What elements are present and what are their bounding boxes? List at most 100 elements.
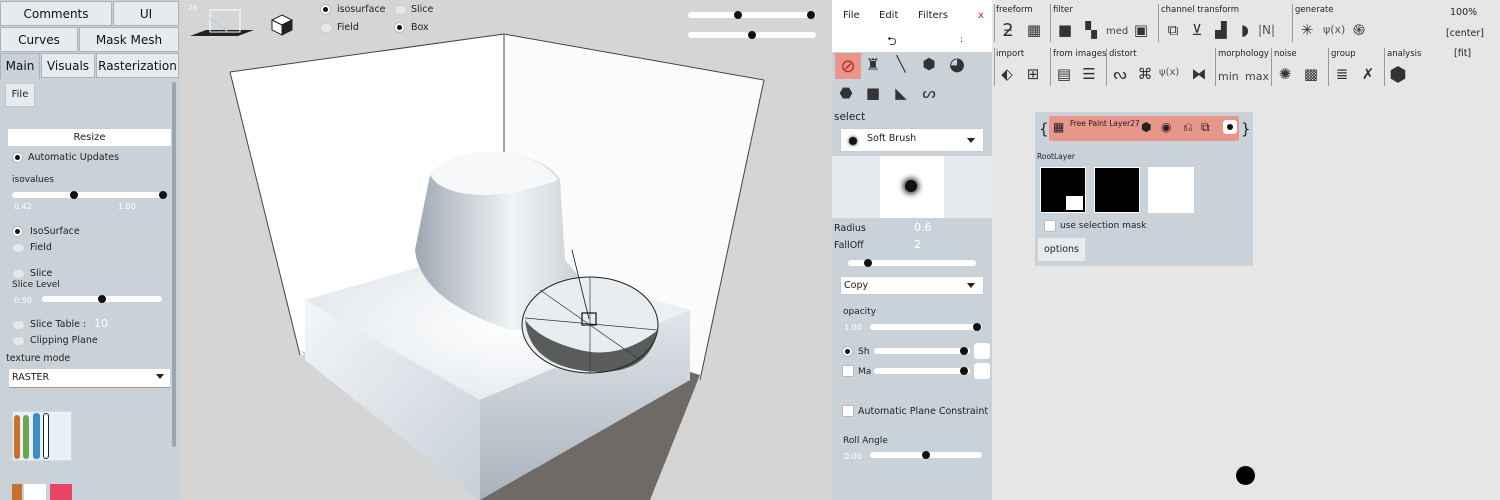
histogram-icon[interactable]: ▟ <box>1210 19 1232 41</box>
generate-sparkle-icon[interactable]: ✳ <box>1296 19 1318 41</box>
automatic-updates-radio[interactable] <box>12 152 23 163</box>
close-icon[interactable]: x <box>978 10 984 21</box>
distort-fx-icon[interactable]: ψ(x) <box>1159 67 1179 78</box>
filter-square-icon[interactable]: ■ <box>1054 19 1076 41</box>
filter-blur-icon[interactable]: ▚ <box>1080 19 1102 41</box>
opacity-slider[interactable] <box>870 324 982 330</box>
center-button[interactable]: [center] <box>1446 28 1484 39</box>
slice-table-toggle[interactable] <box>12 320 25 330</box>
ma-color-swatch[interactable] <box>974 363 990 379</box>
view-slider-1-handle[interactable] <box>734 11 742 19</box>
field-toggle[interactable] <box>12 243 25 253</box>
texture-mode-select[interactable]: RASTER <box>9 369 170 388</box>
layer-thumb-1[interactable] <box>1040 167 1086 213</box>
twirl-icon[interactable]: ᔓ <box>1109 63 1131 85</box>
ma-handle[interactable] <box>960 367 968 375</box>
ma-slider[interactable] <box>874 368 970 374</box>
slice-level-handle[interactable] <box>98 295 106 303</box>
view-slider-1-end-handle[interactable] <box>807 11 815 19</box>
sh-color-swatch[interactable] <box>974 343 990 359</box>
box-mode-icon[interactable] <box>271 14 293 36</box>
roll-angle-handle[interactable] <box>922 451 930 459</box>
frame-icon[interactable]: ▣ <box>1130 19 1152 41</box>
menu-filters[interactable]: Filters <box>918 10 948 21</box>
opacity-handle[interactable] <box>973 323 981 331</box>
tab-curves[interactable]: Curves <box>0 27 78 52</box>
max-label[interactable]: max <box>1245 70 1269 83</box>
noise-sparkle-icon[interactable]: ✺ <box>1274 63 1296 85</box>
redo-icon[interactable]: : <box>960 35 963 45</box>
column-icon[interactable]: ⬣ <box>835 82 857 104</box>
invert-icon[interactable]: ◗ <box>1234 19 1256 41</box>
gradient-preview[interactable] <box>12 482 72 500</box>
tab-file[interactable]: File <box>5 83 35 107</box>
line-icon[interactable]: ╲ <box>890 53 912 75</box>
tab-visuals[interactable]: Visuals <box>41 53 95 78</box>
layer-thumb-3[interactable] <box>1148 167 1194 213</box>
texture-preview[interactable] <box>12 411 72 461</box>
isovalues-min-handle[interactable] <box>70 191 78 199</box>
slice-view-toggle[interactable] <box>394 5 407 15</box>
freeform-curve-icon[interactable]: ƻ <box>997 19 1019 41</box>
menu-edit[interactable]: Edit <box>879 10 898 21</box>
falloff-handle[interactable] <box>864 259 872 267</box>
import-grid-icon[interactable]: ⊞ <box>1022 63 1044 85</box>
auto-plane-checkbox[interactable] <box>842 405 854 417</box>
group-brush-icon[interactable]: ✗ <box>1357 63 1379 85</box>
workspace[interactable]: freeform filter channel transform genera… <box>992 0 1500 500</box>
stamp-icon[interactable]: ♜ <box>862 53 884 75</box>
box-view-radio[interactable] <box>394 22 405 33</box>
normalize-label[interactable]: |N| <box>1258 23 1275 37</box>
fit-button[interactable]: [fit] <box>1454 48 1471 59</box>
swirl-icon[interactable]: ᔕ <box>918 82 940 104</box>
sh-radio[interactable] <box>842 346 853 357</box>
sphere-icon[interactable]: ◕ <box>946 53 968 75</box>
tab-ui[interactable]: UI <box>113 1 179 26</box>
blend-mode-select[interactable]: Copy <box>840 276 984 295</box>
isosurface-view-radio[interactable] <box>320 4 331 15</box>
field-view-toggle[interactable] <box>320 23 333 33</box>
image-layers-icon[interactable]: ☰ <box>1078 63 1100 85</box>
sh-slider[interactable] <box>874 348 970 354</box>
psi-label[interactable]: ψ(x) <box>1323 23 1345 36</box>
undo-icon[interactable]: ⮌ <box>887 32 897 53</box>
resize-button[interactable]: Resize <box>8 129 171 146</box>
layer-eye-icon[interactable]: ◉ <box>1161 120 1171 134</box>
channel-import-icon[interactable]: ⊻ <box>1186 19 1208 41</box>
isovalues-slider[interactable] <box>12 192 164 198</box>
selection-mask-checkbox[interactable] <box>1044 220 1056 232</box>
menu-file[interactable]: File <box>843 10 860 21</box>
analysis-hexagon-icon[interactable]: ⬢ <box>1387 62 1409 86</box>
view-cube-icon[interactable] <box>188 6 258 46</box>
clipping-plane-toggle[interactable] <box>12 336 25 346</box>
layer-copy-icon[interactable]: ⧉ <box>1201 120 1210 135</box>
shape-icon[interactable]: ◣ <box>890 82 912 104</box>
sh-handle[interactable] <box>960 347 968 355</box>
isosurface-radio[interactable] <box>12 226 23 237</box>
layer-thumb-2[interactable] <box>1094 167 1140 213</box>
blur-square-icon[interactable]: ■ <box>862 82 884 104</box>
tab-rasterization[interactable]: Rasterization <box>96 53 179 78</box>
layer-cube-icon[interactable]: ⬢ <box>1141 120 1151 134</box>
ma-checkbox[interactable] <box>842 365 854 377</box>
layer-header[interactable]: ▦ Free Paint Layer27 ⬢ ◉ ⎌ ⧉ <box>1049 116 1239 141</box>
slice-toggle[interactable] <box>12 269 25 279</box>
options-button[interactable]: options <box>1038 238 1085 261</box>
grid-icon[interactable]: ▦ <box>1023 19 1045 41</box>
viewport-3d[interactable]: 29 isosurface Slice Field Box <box>180 0 832 500</box>
import-mesh-icon[interactable]: ⬖ <box>996 63 1018 85</box>
mirror-icon[interactable]: ⧓ <box>1188 63 1210 85</box>
median-label[interactable]: med <box>1106 26 1128 37</box>
spiral-icon[interactable]: ֍ <box>1348 19 1370 41</box>
layer-node-panel[interactable]: { } ▦ Free Paint Layer27 ⬢ ◉ ⎌ ⧉ RootLay… <box>1035 112 1253 266</box>
layer-visible-radio[interactable] <box>1223 120 1237 134</box>
tab-main[interactable]: Main <box>0 53 40 79</box>
min-label[interactable]: min <box>1218 70 1239 83</box>
view-slider-2-handle[interactable] <box>748 31 756 39</box>
tab-comments[interactable]: Comments <box>0 1 112 26</box>
panel-scrollbar[interactable] <box>172 82 176 447</box>
cube-icon[interactable]: ⬢ <box>918 53 940 75</box>
image-stack-icon[interactable]: ▤ <box>1053 63 1075 85</box>
view-slider-1[interactable] <box>688 12 816 18</box>
noise-texture-icon[interactable]: ▩ <box>1300 63 1322 85</box>
